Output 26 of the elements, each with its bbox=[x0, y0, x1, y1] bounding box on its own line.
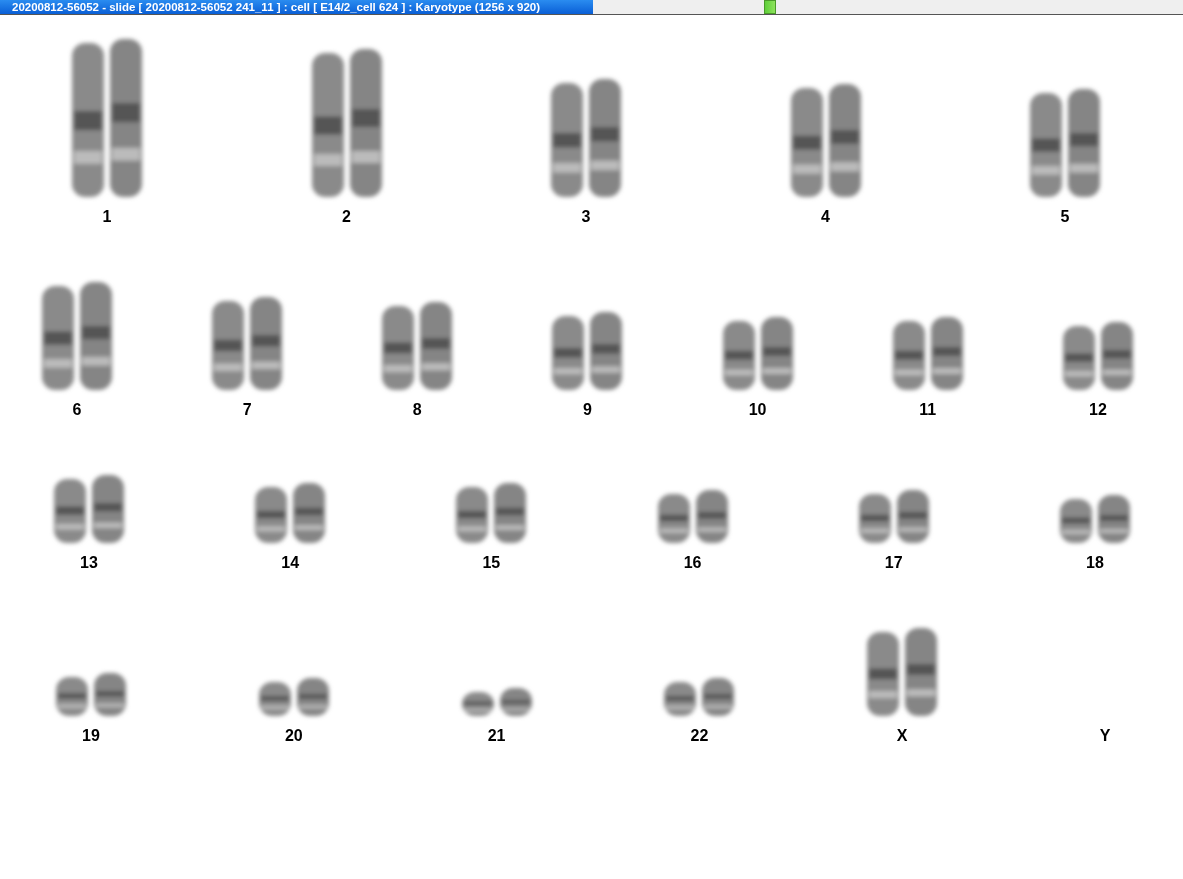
handle-marker[interactable] bbox=[764, 0, 776, 14]
chromosome-label: 5 bbox=[1060, 208, 1070, 226]
chromosome-label: 6 bbox=[72, 401, 82, 419]
chromosome-label: Y bbox=[1099, 727, 1111, 745]
chromosome-label: 19 bbox=[82, 727, 100, 745]
window-title: 20200812-56052 - slide [ 20200812-56052 241_11 ] : cell [ E14/2_cell 624 ] : Karyotype (1256 x 920) bbox=[0, 0, 593, 14]
chromosome-label: 11 bbox=[919, 401, 937, 419]
chromosome-label: 17 bbox=[884, 554, 903, 572]
chromosome-label: 22 bbox=[690, 727, 709, 745]
chromosome-label: 14 bbox=[281, 554, 300, 572]
chromosome-label: 4 bbox=[821, 208, 830, 226]
chromosome-label: 3 bbox=[581, 208, 591, 226]
chromosome-label: 20 bbox=[284, 727, 303, 745]
chromosome-label: 1 bbox=[102, 208, 112, 226]
chromosome-label: 9 bbox=[583, 401, 592, 419]
chromosome-label: 15 bbox=[482, 554, 501, 572]
chromosome-label: 8 bbox=[412, 401, 422, 419]
chromosome-label: 21 bbox=[487, 727, 506, 745]
chromosome-label: 12 bbox=[1089, 401, 1107, 419]
chromosome-label: 7 bbox=[242, 401, 252, 419]
chromosome-label: 16 bbox=[683, 554, 702, 572]
chromosome-label: X bbox=[896, 727, 908, 745]
chromosome-label: 2 bbox=[342, 208, 351, 226]
chromosome-label: 18 bbox=[1086, 554, 1104, 572]
chromosome-label: 10 bbox=[748, 401, 767, 419]
chromosome-label: 13 bbox=[80, 554, 98, 572]
